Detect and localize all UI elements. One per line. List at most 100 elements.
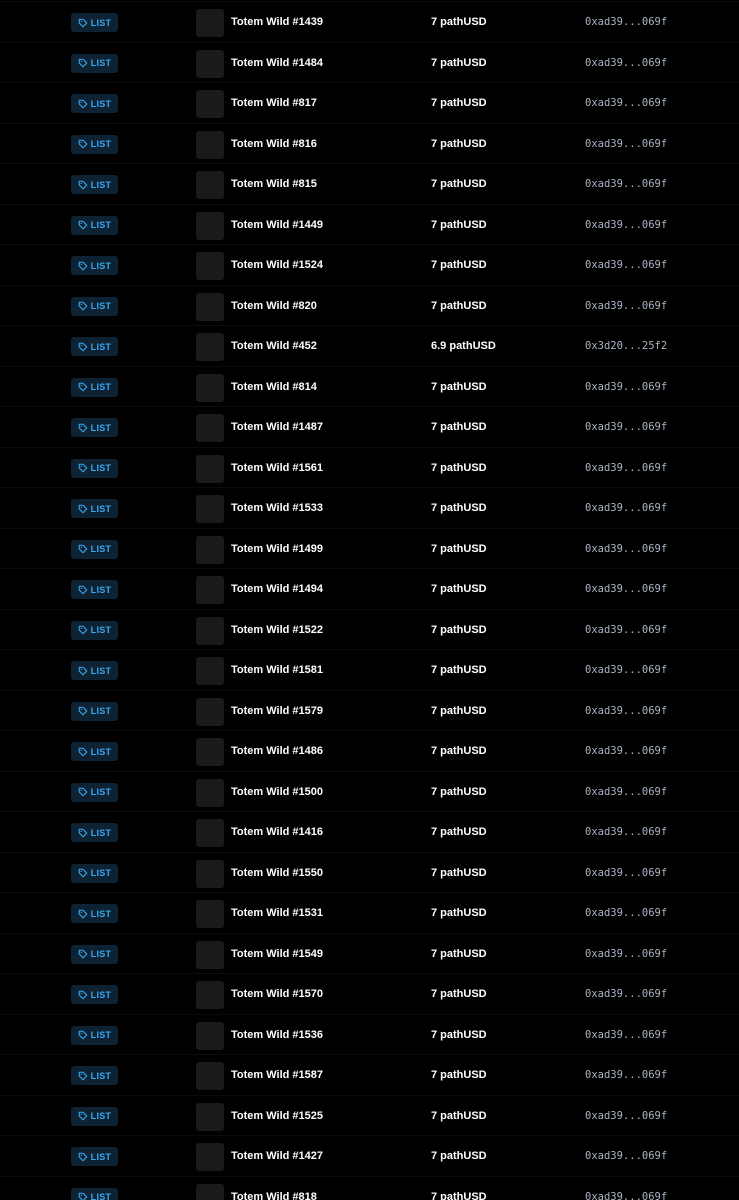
wallet-address[interactable]: 0xad39...069f [585, 421, 667, 433]
item-name[interactable]: Totem Wild #815 [231, 178, 317, 190]
item-thumbnail[interactable] [196, 49, 224, 78]
activity-row[interactable]: LIST Totem Wild #815 7 pathUSD 0xad39...… [0, 163, 739, 204]
item-name[interactable]: Totem Wild #1486 [231, 745, 323, 757]
wallet-address[interactable]: 0xad39...069f [585, 1029, 667, 1041]
item-name[interactable]: Totem Wild #1499 [231, 543, 323, 555]
activity-row[interactable]: LIST Totem Wild #1439 7 pathUSD 0xad39..… [0, 1, 739, 42]
item-thumbnail[interactable] [196, 981, 224, 1009]
item-thumbnail[interactable] [196, 1021, 224, 1050]
wallet-address[interactable]: 0xad39...069f [585, 583, 667, 595]
item-thumbnail[interactable] [196, 373, 224, 402]
item-name[interactable]: Totem Wild #1549 [231, 948, 323, 960]
activity-row[interactable]: LIST Totem Wild #1494 7 pathUSD 0xad39..… [0, 568, 739, 609]
item-name[interactable]: Totem Wild #1494 [231, 583, 323, 595]
activity-row[interactable]: LIST Totem Wild #814 7 pathUSD 0xad39...… [0, 365, 739, 407]
item-name[interactable]: Totem Wild #1587 [231, 1069, 323, 1081]
wallet-address[interactable]: 0xad39...069f [585, 300, 667, 312]
item-name[interactable]: Totem Wild #1536 [231, 1029, 323, 1041]
item-name[interactable]: Totem Wild #818 [231, 1191, 317, 1200]
item-name[interactable]: Totem Wild #1524 [231, 259, 323, 271]
item-name[interactable]: Totem Wild #1416 [231, 826, 323, 838]
item-thumbnail[interactable] [196, 9, 224, 37]
wallet-address[interactable]: 0xad39...069f [585, 462, 667, 474]
wallet-address[interactable]: 0xad39...069f [585, 664, 667, 676]
item-thumbnail[interactable] [196, 778, 224, 807]
item-name[interactable]: Totem Wild #1525 [231, 1110, 323, 1122]
activity-row[interactable]: LIST Totem Wild #1486 7 pathUSD 0xad39..… [0, 730, 739, 771]
activity-row[interactable]: LIST Totem Wild #1487 7 pathUSD 0xad39..… [0, 406, 739, 447]
item-name[interactable]: Totem Wild #1449 [231, 219, 323, 231]
activity-row[interactable]: LIST Totem Wild #1427 7 pathUSD 0xad39..… [0, 1135, 739, 1176]
wallet-address[interactable]: 0xad39...069f [585, 178, 667, 190]
activity-row[interactable]: LIST Totem Wild #1449 7 pathUSD 0xad39..… [0, 203, 739, 245]
wallet-address[interactable]: 0xad39...069f [585, 97, 667, 109]
wallet-address[interactable]: 0xad39...069f [585, 907, 667, 919]
item-thumbnail[interactable] [196, 900, 224, 928]
wallet-address[interactable]: 0xad39...069f [585, 1110, 667, 1122]
activity-row[interactable]: LIST Totem Wild #1587 7 pathUSD 0xad39..… [0, 1054, 739, 1095]
activity-row[interactable]: LIST Totem Wild #1524 7 pathUSD 0xad39..… [0, 244, 739, 285]
item-name[interactable]: Totem Wild #1570 [231, 988, 323, 1000]
wallet-address[interactable]: 0xad39...069f [585, 57, 667, 69]
activity-row[interactable]: LIST Totem Wild #1416 7 pathUSD 0xad39..… [0, 811, 739, 852]
wallet-address[interactable]: 0xad39...069f [585, 1069, 667, 1081]
item-name[interactable]: Totem Wild #814 [231, 381, 317, 393]
activity-row[interactable]: LIST Totem Wild #1549 7 pathUSD 0xad39..… [0, 932, 739, 974]
wallet-address[interactable]: 0xad39...069f [585, 948, 667, 960]
activity-row[interactable]: LIST Totem Wild #817 7 pathUSD 0xad39...… [0, 82, 739, 123]
activity-row[interactable]: LIST Totem Wild #1484 7 pathUSD 0xad39..… [0, 41, 739, 83]
activity-row[interactable]: LIST Totem Wild #1533 7 pathUSD 0xad39..… [0, 487, 739, 528]
item-thumbnail[interactable] [196, 414, 224, 442]
item-thumbnail[interactable] [196, 495, 224, 523]
wallet-address[interactable]: 0xad39...069f [585, 1150, 667, 1162]
activity-row[interactable]: LIST Totem Wild #1579 7 pathUSD 0xad39..… [0, 689, 739, 731]
item-thumbnail[interactable] [196, 738, 224, 766]
item-thumbnail[interactable] [196, 171, 224, 199]
activity-row[interactable]: LIST Totem Wild #1561 7 pathUSD 0xad39..… [0, 446, 739, 488]
item-thumbnail[interactable] [196, 819, 224, 847]
item-thumbnail[interactable] [196, 1062, 224, 1090]
activity-row[interactable]: LIST Totem Wild #1500 7 pathUSD 0xad39..… [0, 770, 739, 812]
wallet-address[interactable]: 0xad39...069f [585, 543, 667, 555]
wallet-address[interactable]: 0xad39...069f [585, 1191, 667, 1200]
item-thumbnail[interactable] [196, 616, 224, 645]
item-name[interactable]: Totem Wild #1522 [231, 624, 323, 636]
item-thumbnail[interactable] [196, 1143, 224, 1171]
item-thumbnail[interactable] [196, 130, 224, 159]
item-thumbnail[interactable] [196, 1102, 224, 1131]
item-name[interactable]: Totem Wild #1439 [231, 16, 323, 28]
wallet-address[interactable]: 0xad39...069f [585, 705, 667, 717]
activity-row[interactable]: LIST Totem Wild #1499 7 pathUSD 0xad39..… [0, 527, 739, 569]
wallet-address[interactable]: 0xad39...069f [585, 826, 667, 838]
wallet-address[interactable]: 0xad39...069f [585, 138, 667, 150]
item-name[interactable]: Totem Wild #1484 [231, 57, 323, 69]
item-name[interactable]: Totem Wild #1487 [231, 421, 323, 433]
activity-row[interactable]: LIST Totem Wild #818 7 pathUSD 0xad39...… [0, 1175, 739, 1200]
item-name[interactable]: Totem Wild #1561 [231, 462, 323, 474]
item-thumbnail[interactable] [196, 697, 224, 726]
wallet-address[interactable]: 0xad39...069f [585, 259, 667, 271]
item-name[interactable]: Totem Wild #1500 [231, 786, 323, 798]
item-name[interactable]: Totem Wild #1531 [231, 907, 323, 919]
activity-row[interactable]: LIST Totem Wild #1522 7 pathUSD 0xad39..… [0, 608, 739, 650]
activity-row[interactable]: LIST Totem Wild #452 6.9 pathUSD 0x3d20.… [0, 325, 739, 366]
wallet-address[interactable]: 0xad39...069f [585, 624, 667, 636]
activity-row[interactable]: LIST Totem Wild #1581 7 pathUSD 0xad39..… [0, 649, 739, 690]
activity-row[interactable]: LIST Totem Wild #816 7 pathUSD 0xad39...… [0, 122, 739, 164]
item-name[interactable]: Totem Wild #817 [231, 97, 317, 109]
activity-row[interactable]: LIST Totem Wild #1525 7 pathUSD 0xad39..… [0, 1094, 739, 1136]
item-thumbnail[interactable] [196, 90, 224, 118]
wallet-address[interactable]: 0xad39...069f [585, 219, 667, 231]
item-thumbnail[interactable] [196, 535, 224, 564]
item-thumbnail[interactable] [196, 859, 224, 888]
activity-row[interactable]: LIST Totem Wild #1570 7 pathUSD 0xad39..… [0, 973, 739, 1014]
wallet-address[interactable]: 0xad39...069f [585, 16, 667, 28]
activity-row[interactable]: LIST Totem Wild #820 7 pathUSD 0xad39...… [0, 284, 739, 326]
activity-row[interactable]: LIST Totem Wild #1550 7 pathUSD 0xad39..… [0, 851, 739, 893]
item-name[interactable]: Totem Wild #820 [231, 300, 317, 312]
item-thumbnail[interactable] [196, 657, 224, 685]
item-thumbnail[interactable] [196, 1183, 224, 1200]
item-name[interactable]: Totem Wild #1581 [231, 664, 323, 676]
wallet-address[interactable]: 0xad39...069f [585, 988, 667, 1000]
item-name[interactable]: Totem Wild #452 [231, 340, 317, 352]
